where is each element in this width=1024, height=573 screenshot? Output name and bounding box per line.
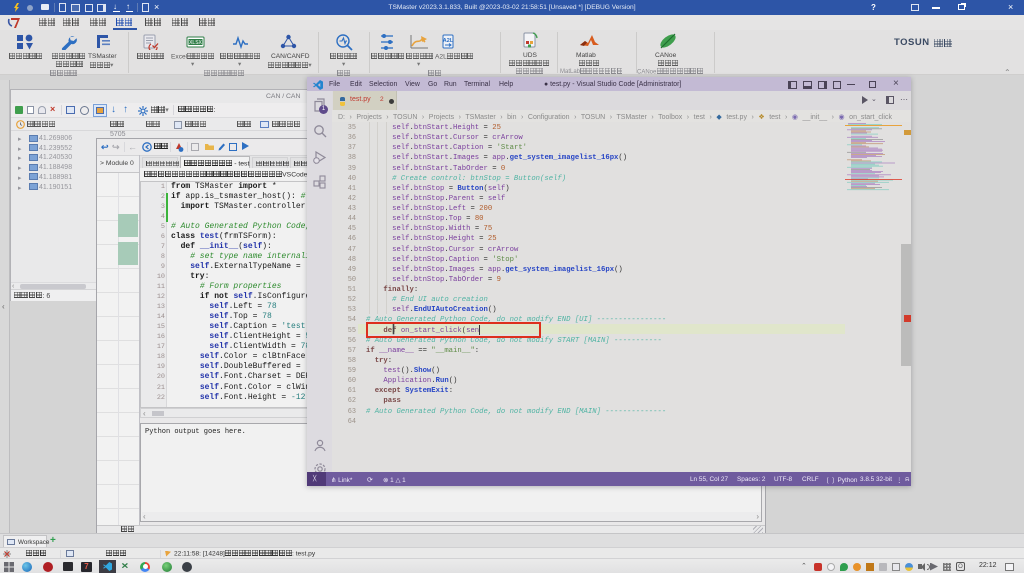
svg-text:A2L: A2L xyxy=(443,38,454,44)
svg-text:XLSX: XLSX xyxy=(189,40,202,46)
